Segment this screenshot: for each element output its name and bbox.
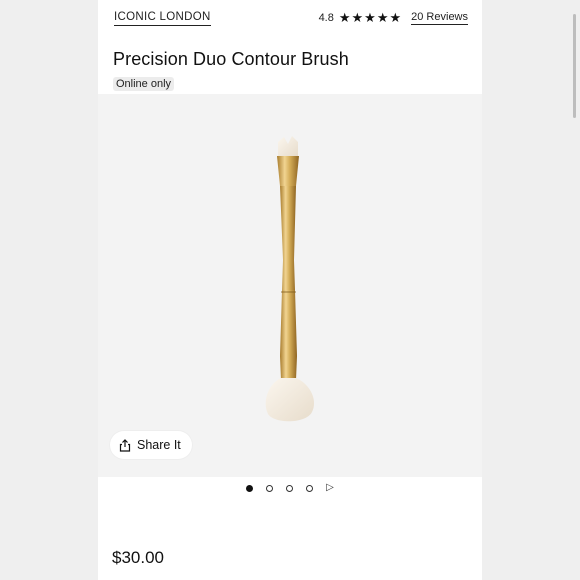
share-button[interactable]: Share It [110,431,192,459]
product-image-carousel[interactable]: Share It [98,94,482,477]
online-only-badge: Online only [113,77,175,91]
carousel-dot-3[interactable] [286,484,294,492]
star-icon: ★ [376,10,389,25]
rating-stars: ★ ★ ★ ★ ★ [338,10,402,25]
carousel-dot-2[interactable] [266,484,274,492]
share-icon [119,438,131,452]
carousel-dot-4[interactable] [306,484,314,492]
product-title: Precision Duo Contour Brush [113,49,349,69]
rating-summary: 4.8 ★ ★ ★ ★ ★ 20 Reviews [319,11,468,25]
scrollbar[interactable] [573,14,576,118]
star-icon: ★ [338,10,351,25]
star-icon: ★ [351,10,364,25]
product-image [265,136,315,422]
carousel-dot-1[interactable] [246,484,254,492]
product-page: ICONIC LONDON 4.8 ★ ★ ★ ★ ★ 20 Reviews P… [98,0,576,580]
product-price: $30.00 [112,548,164,567]
reviews-link[interactable]: 20 Reviews [411,11,468,25]
carousel-indicators: ▷ [98,483,482,493]
star-icon: ★ [364,10,376,25]
share-label: Share It [137,438,181,452]
rating-value: 4.8 [318,12,334,24]
brand-link[interactable]: ICONIC LONDON [114,11,211,26]
star-icon: ★ [389,10,402,25]
play-icon[interactable]: ▷ [326,483,334,493]
